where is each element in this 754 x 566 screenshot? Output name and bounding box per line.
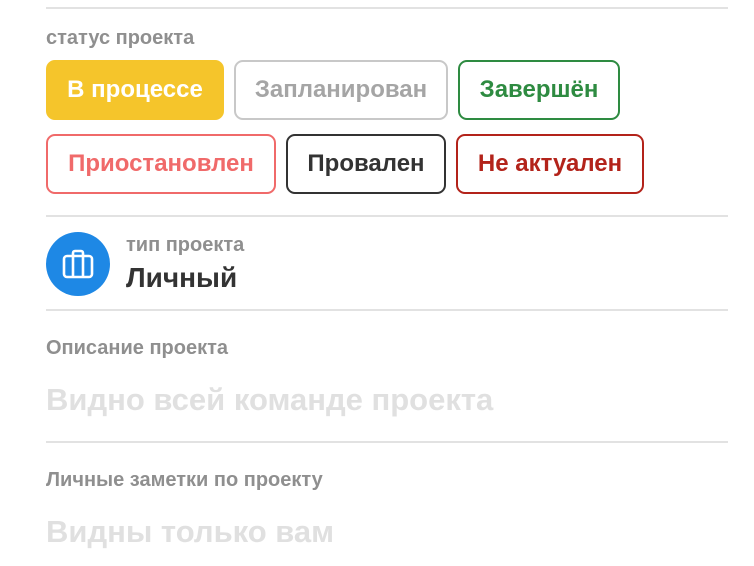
briefcase-icon bbox=[62, 249, 94, 279]
project-type-icon-button[interactable] bbox=[46, 232, 110, 296]
status-chip-completed[interactable]: Завершён bbox=[458, 60, 620, 120]
divider-after-type bbox=[46, 309, 728, 311]
status-label: статус проекта bbox=[46, 27, 195, 49]
status-chip-planned[interactable]: Запланирован bbox=[234, 60, 448, 120]
status-chip-not-relevant[interactable]: Не актуален bbox=[456, 134, 644, 194]
notes-input[interactable] bbox=[46, 510, 728, 554]
description-label: Описание проекта bbox=[46, 337, 229, 359]
status-chip-in-progress[interactable]: В процессе bbox=[46, 60, 224, 120]
description-input[interactable] bbox=[46, 378, 728, 422]
divider-after-status bbox=[46, 215, 728, 217]
divider-after-description bbox=[46, 441, 728, 443]
project-type-label: тип проекта bbox=[126, 234, 245, 256]
status-chip-failed[interactable]: Провален bbox=[286, 134, 446, 194]
top-divider bbox=[46, 7, 728, 9]
status-chip-paused[interactable]: Приостановлен bbox=[46, 134, 276, 194]
notes-label: Личные заметки по проекту bbox=[46, 469, 323, 491]
project-type-value[interactable]: Личный bbox=[126, 262, 237, 294]
